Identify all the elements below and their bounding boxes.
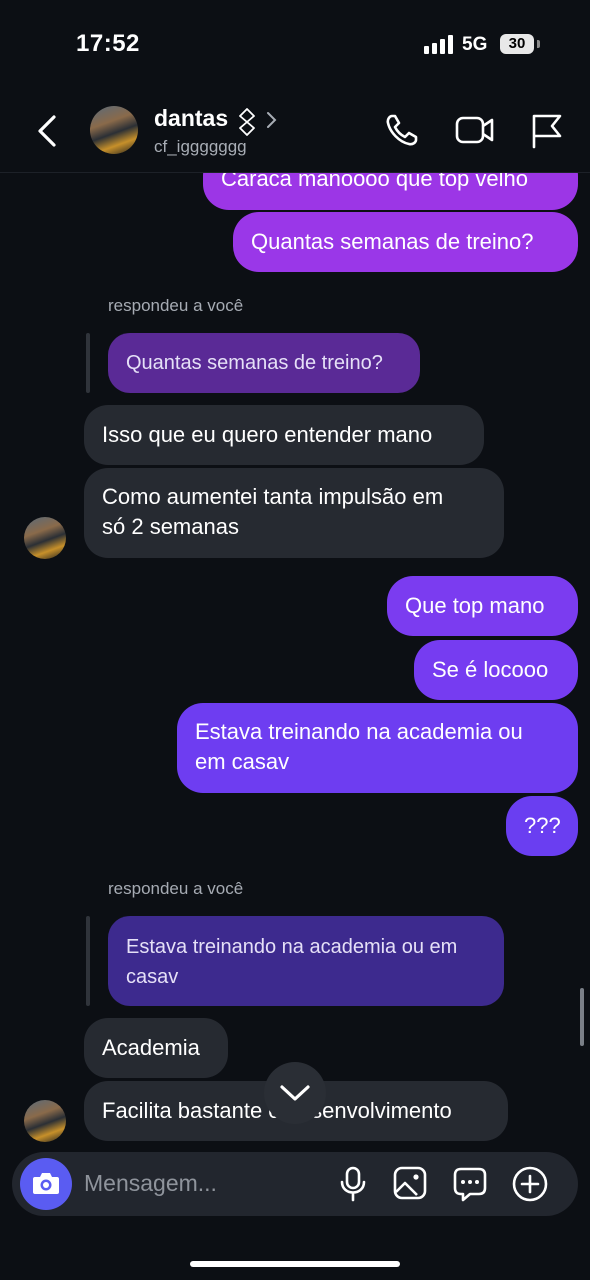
signal-bar-4 (448, 35, 453, 54)
battery-tip (537, 40, 540, 48)
camera-button[interactable] (20, 1158, 72, 1210)
sender-avatar[interactable] (24, 517, 66, 559)
quoted-text: casav (126, 966, 179, 988)
message-text: Quantas semanas de treino? (251, 229, 534, 254)
contact-handle: cf_iggggggg (154, 137, 247, 156)
network-label: 5G (462, 34, 488, 55)
signal-bar-2 (432, 43, 437, 54)
message-text: ??? (524, 813, 561, 838)
status-time: 17:52 (76, 30, 140, 57)
outgoing-message[interactable]: Quantas semanas de treino? (233, 212, 578, 272)
add-icon[interactable] (511, 1165, 549, 1203)
quoted-text: Quantas semanas de treino? (126, 352, 383, 374)
contact-name[interactable]: dantas (154, 105, 228, 132)
message-text: Caraca manoooo que top velho (221, 166, 528, 191)
phone-icon[interactable] (384, 112, 420, 148)
scroll-down-button[interactable] (264, 1062, 326, 1124)
outgoing-message[interactable]: Estava treinando na academia ou em casav (177, 703, 578, 793)
message-text: Que top mano (405, 593, 545, 618)
quoted-message[interactable]: Quantas semanas de treino? (108, 333, 420, 393)
battery-indicator: 30 (500, 34, 534, 54)
reply-label: respondeu a você (108, 879, 244, 898)
sticker-icon[interactable] (452, 1166, 488, 1202)
signal-bar-1 (424, 46, 429, 54)
header-divider (0, 172, 590, 173)
camera-icon (33, 1173, 59, 1194)
scrollbar[interactable] (580, 988, 584, 1046)
message-text: só 2 semanas (102, 514, 239, 539)
incoming-message[interactable]: Como aumentei tanta impulsão em só 2 sem… (84, 468, 504, 558)
outgoing-message[interactable]: Caraca manoooo que top velho (203, 166, 578, 210)
signal-bar-3 (440, 39, 445, 54)
message-text: em casav (195, 749, 290, 774)
quoted-message[interactable]: Estava treinando na academia ou em casav (108, 916, 504, 1006)
incoming-message[interactable]: Academia (84, 1018, 228, 1078)
chevron-down-icon (280, 1085, 310, 1101)
gallery-icon[interactable] (393, 1166, 427, 1200)
reply-bar (86, 333, 90, 393)
message-text: Como aumentei tanta impulsão em (102, 484, 444, 509)
outgoing-message[interactable]: ??? (506, 796, 578, 856)
contact-avatar[interactable] (90, 106, 138, 154)
message-text: Academia (102, 1035, 200, 1060)
verified-icon (237, 107, 257, 137)
reply-bar (86, 916, 90, 1006)
microphone-icon[interactable] (338, 1166, 368, 1202)
video-icon[interactable] (455, 113, 495, 147)
message-text: Se é locooo (432, 657, 549, 682)
quoted-text: Estava treinando na academia ou em (126, 936, 458, 958)
flag-icon[interactable] (530, 113, 564, 149)
message-text: Isso que eu quero entender mano (102, 422, 433, 447)
sender-avatar[interactable] (24, 1100, 66, 1142)
outgoing-message[interactable]: Que top mano (387, 576, 578, 636)
chevron-right-icon[interactable] (264, 110, 278, 130)
message-input[interactable]: Mensagem... (84, 1170, 217, 1197)
outgoing-message[interactable]: Se é locooo (414, 640, 578, 700)
message-text: Estava treinando na academia ou (195, 719, 523, 744)
incoming-message[interactable]: Isso que eu quero entender mano (84, 405, 484, 465)
home-indicator (190, 1261, 400, 1267)
reply-label: respondeu a você (108, 296, 244, 315)
back-icon[interactable] (34, 114, 62, 148)
